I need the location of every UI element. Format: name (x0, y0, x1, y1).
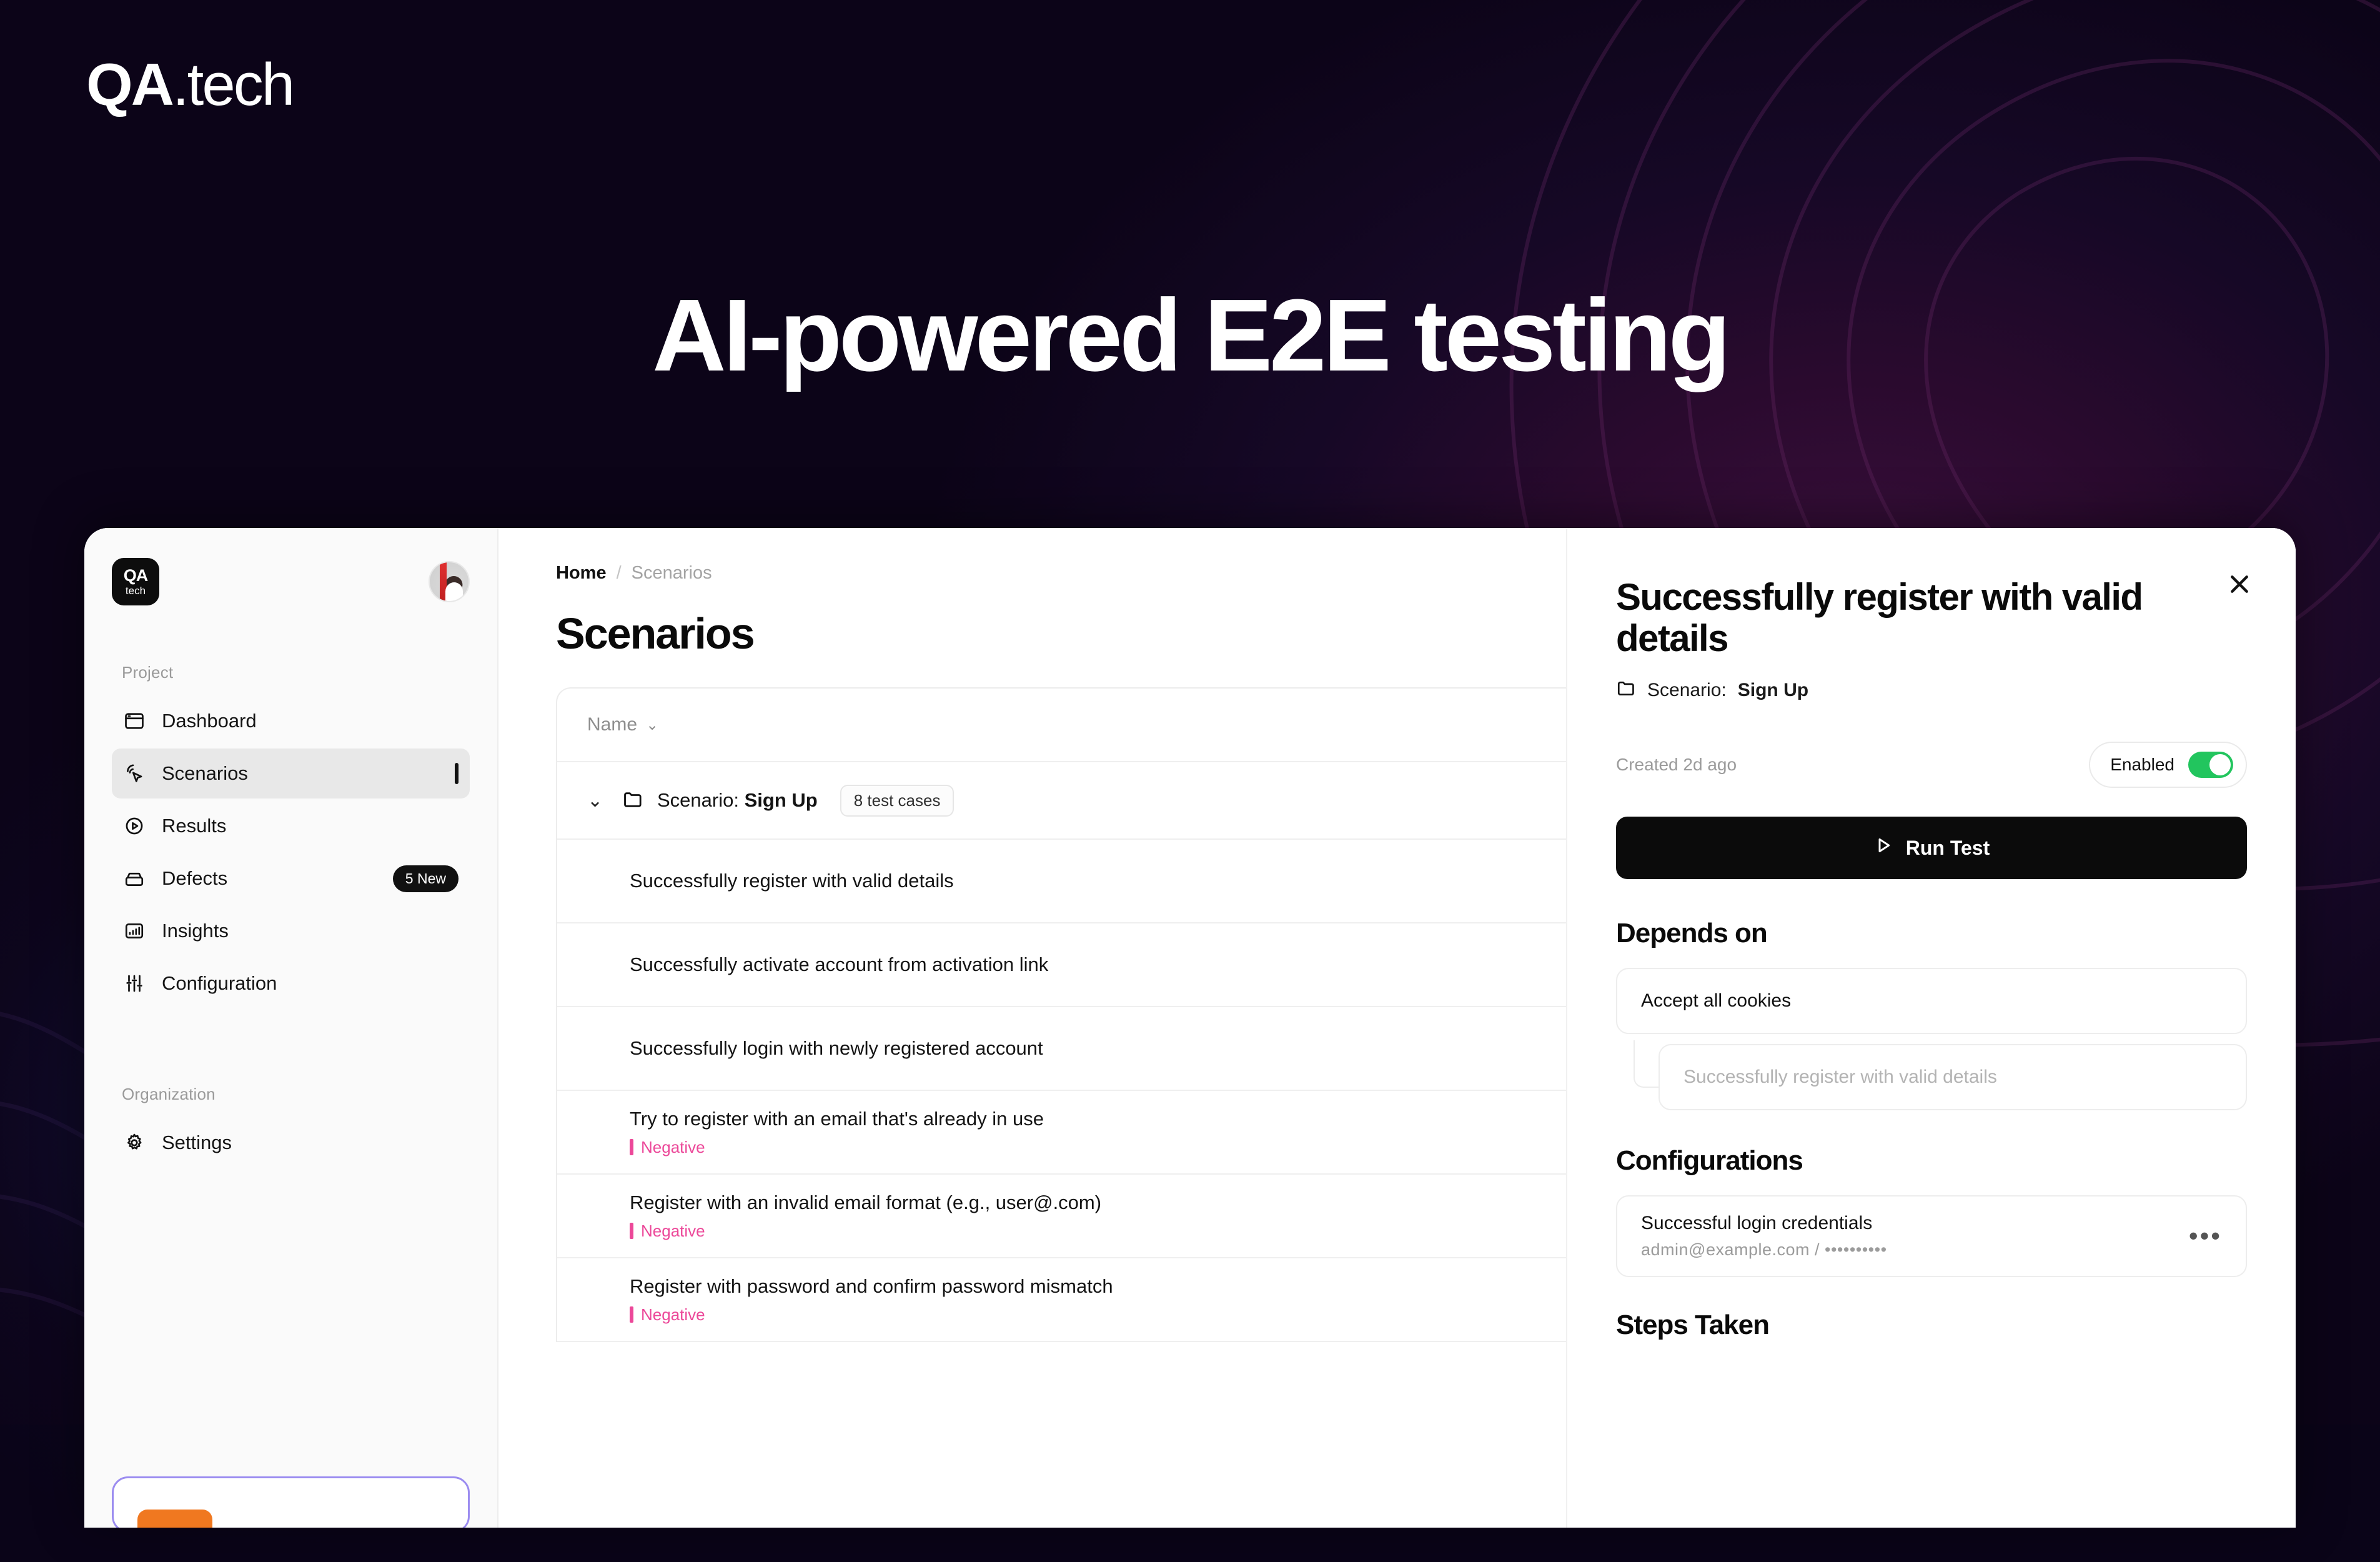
sidebar-item-settings[interactable]: Settings (112, 1118, 470, 1168)
app-logo-qa: QA (123, 566, 148, 585)
negative-tick-icon (630, 1223, 633, 1239)
sidebar-item-label: Dashboard (162, 710, 257, 732)
negative-label: Negative (641, 1137, 705, 1157)
play-icon (1873, 835, 1893, 860)
run-test-label: Run Test (1905, 836, 1990, 859)
dependency-item-nested[interactable]: Successfully register with valid details (1659, 1044, 2247, 1110)
more-options-icon[interactable]: ••• (2189, 1223, 2222, 1248)
configuration-name: Successful login credentials (1641, 1213, 1873, 1233)
configuration-credentials: admin@example.com / •••••••••• (1641, 1240, 1887, 1259)
chevron-down-icon: ⌄ (646, 716, 659, 734)
run-test-button[interactable]: Run Test (1616, 817, 2247, 879)
sidebar-item-dashboard[interactable]: Dashboard (112, 696, 470, 746)
enabled-toggle[interactable]: Enabled (2089, 742, 2247, 788)
breadcrumb-separator: / (616, 563, 622, 583)
panel-title: Successfully register with valid details (1616, 576, 2143, 659)
sidebar-item-scenarios[interactable]: Scenarios (112, 749, 470, 798)
sidebar-item-results[interactable]: Results (112, 801, 470, 851)
nav-section-label-organization: Organization (122, 1085, 216, 1103)
panel-meta-row: Created 2d ago Enabled (1616, 742, 2247, 788)
sort-by-name-button[interactable]: Name ⌄ (587, 714, 658, 735)
tree-connector-line (1634, 1040, 1659, 1088)
panel-scenario-name: Sign Up (1737, 680, 1809, 700)
configuration-item[interactable]: Successful login credentials admin@examp… (1616, 1195, 2247, 1277)
avatar[interactable] (429, 561, 470, 602)
sidebar-item-label: Configuration (162, 972, 277, 994)
sliders-icon (123, 972, 146, 995)
app-logo-tile[interactable]: QA tech (112, 558, 159, 605)
cursor-click-icon (123, 762, 146, 785)
main-content: Home / Scenarios Scenarios Name ⌄ ⌄ Scen… (498, 528, 2296, 1528)
enabled-toggle-label: Enabled (2110, 755, 2174, 774)
brand-logo-suffix: .tech (172, 51, 295, 118)
configurations-heading: Configurations (1616, 1145, 1803, 1176)
sort-label: Name (587, 714, 638, 735)
panel-scenario-ref: Scenario: Sign Up (1616, 678, 2247, 703)
sidebar-item-label: Settings (162, 1132, 232, 1153)
scenario-row-label: Scenario: Sign Up (657, 789, 818, 812)
configurations-section: Configurations Successful login credenti… (1616, 1145, 2247, 1277)
sidebar-item-label: Defects (162, 867, 228, 889)
play-circle-icon (123, 815, 146, 837)
sidebar-item-label: Insights (162, 920, 229, 942)
sidebar-item-label: Results (162, 815, 227, 837)
depends-on-heading: Depends on (1616, 918, 1768, 948)
sidebar-header: QA tech (112, 558, 470, 605)
negative-tick-icon (630, 1306, 633, 1323)
chevron-down-icon[interactable]: ⌄ (587, 790, 608, 812)
sidebar-item-insights[interactable]: Insights (112, 906, 470, 956)
promo-accent (137, 1510, 212, 1528)
app-logo-tech: tech (125, 585, 146, 597)
dependency-item[interactable]: Accept all cookies (1616, 968, 2247, 1034)
steps-taken-heading: Steps Taken (1616, 1310, 1770, 1340)
brand-logo[interactable]: QA.tech (86, 55, 295, 115)
scenario-prefix: Scenario: (657, 789, 739, 811)
folder-icon (1616, 678, 1636, 703)
promo-card[interactable] (112, 1476, 470, 1528)
test-case-detail-panel: Successfully register with valid details… (1566, 528, 2296, 1528)
toggle-switch[interactable] (2188, 752, 2233, 778)
bug-box-icon (123, 867, 146, 890)
breadcrumb-home[interactable]: Home (556, 563, 607, 584)
folder-icon (622, 788, 643, 813)
sidebar-item-defects[interactable]: Defects 5 New (112, 853, 470, 903)
hero-headline: AI-powered E2E testing (652, 278, 1731, 392)
active-indicator (455, 763, 459, 784)
negative-label: Negative (641, 1221, 705, 1240)
scenario-name: Sign Up (744, 789, 818, 811)
bar-chart-icon (123, 920, 146, 942)
test-case-count-chip: 8 test cases (840, 784, 954, 817)
sidebar-item-label: Scenarios (162, 762, 248, 784)
breadcrumb-current: Scenarios (631, 563, 712, 583)
negative-label: Negative (641, 1305, 705, 1324)
created-timestamp: Created 2d ago (1616, 755, 1737, 774)
negative-tick-icon (630, 1139, 633, 1155)
sidebar-item-configuration[interactable]: Configuration (112, 958, 470, 1008)
browser-window-icon (123, 710, 146, 732)
gear-icon (123, 1132, 146, 1154)
configuration-text: Successful login credentials admin@examp… (1641, 1213, 1887, 1260)
dependency-nested-wrapper: Successfully register with valid details (1616, 1040, 2247, 1110)
brand-logo-main: QA (86, 51, 174, 118)
close-icon[interactable] (2222, 567, 2257, 602)
app-window-screenshot: QA tech Project Dashboard Scenarios Resu… (84, 528, 2296, 1528)
panel-scenario-prefix: Scenario: (1647, 680, 1727, 700)
nav-section-label-project: Project (122, 663, 174, 682)
status-badge: 5 New (392, 865, 459, 892)
sidebar: QA tech Project Dashboard Scenarios Resu… (84, 528, 498, 1528)
